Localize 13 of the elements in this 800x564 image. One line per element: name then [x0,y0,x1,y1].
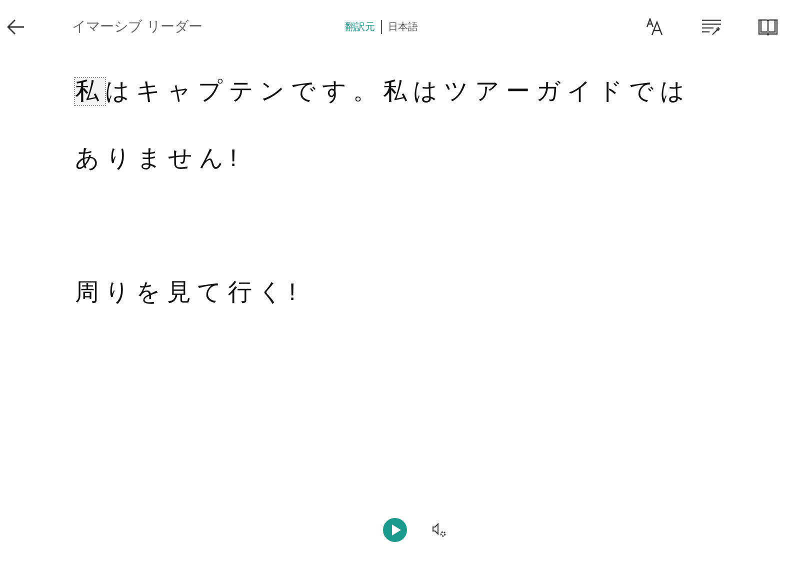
voice-settings-button[interactable] [432,522,448,538]
focused-word[interactable]: 私 [75,78,105,105]
reading-text[interactable]: 周りを見て行く! [75,279,302,306]
reading-preferences-button[interactable] [757,17,778,37]
language-label[interactable]: 日本語 [388,20,418,34]
play-button[interactable] [382,518,406,542]
app-title: イマーシブ リーダー [72,18,204,36]
reading-text[interactable]: ありません! [75,145,243,172]
source-label[interactable]: 翻訳元 [345,20,375,34]
grammar-options-button[interactable] [701,17,722,37]
back-arrow-icon [6,18,26,36]
back-button[interactable] [6,17,26,37]
reading-text[interactable]: はキャプテンです。私はツアーガイドでは [105,78,691,105]
